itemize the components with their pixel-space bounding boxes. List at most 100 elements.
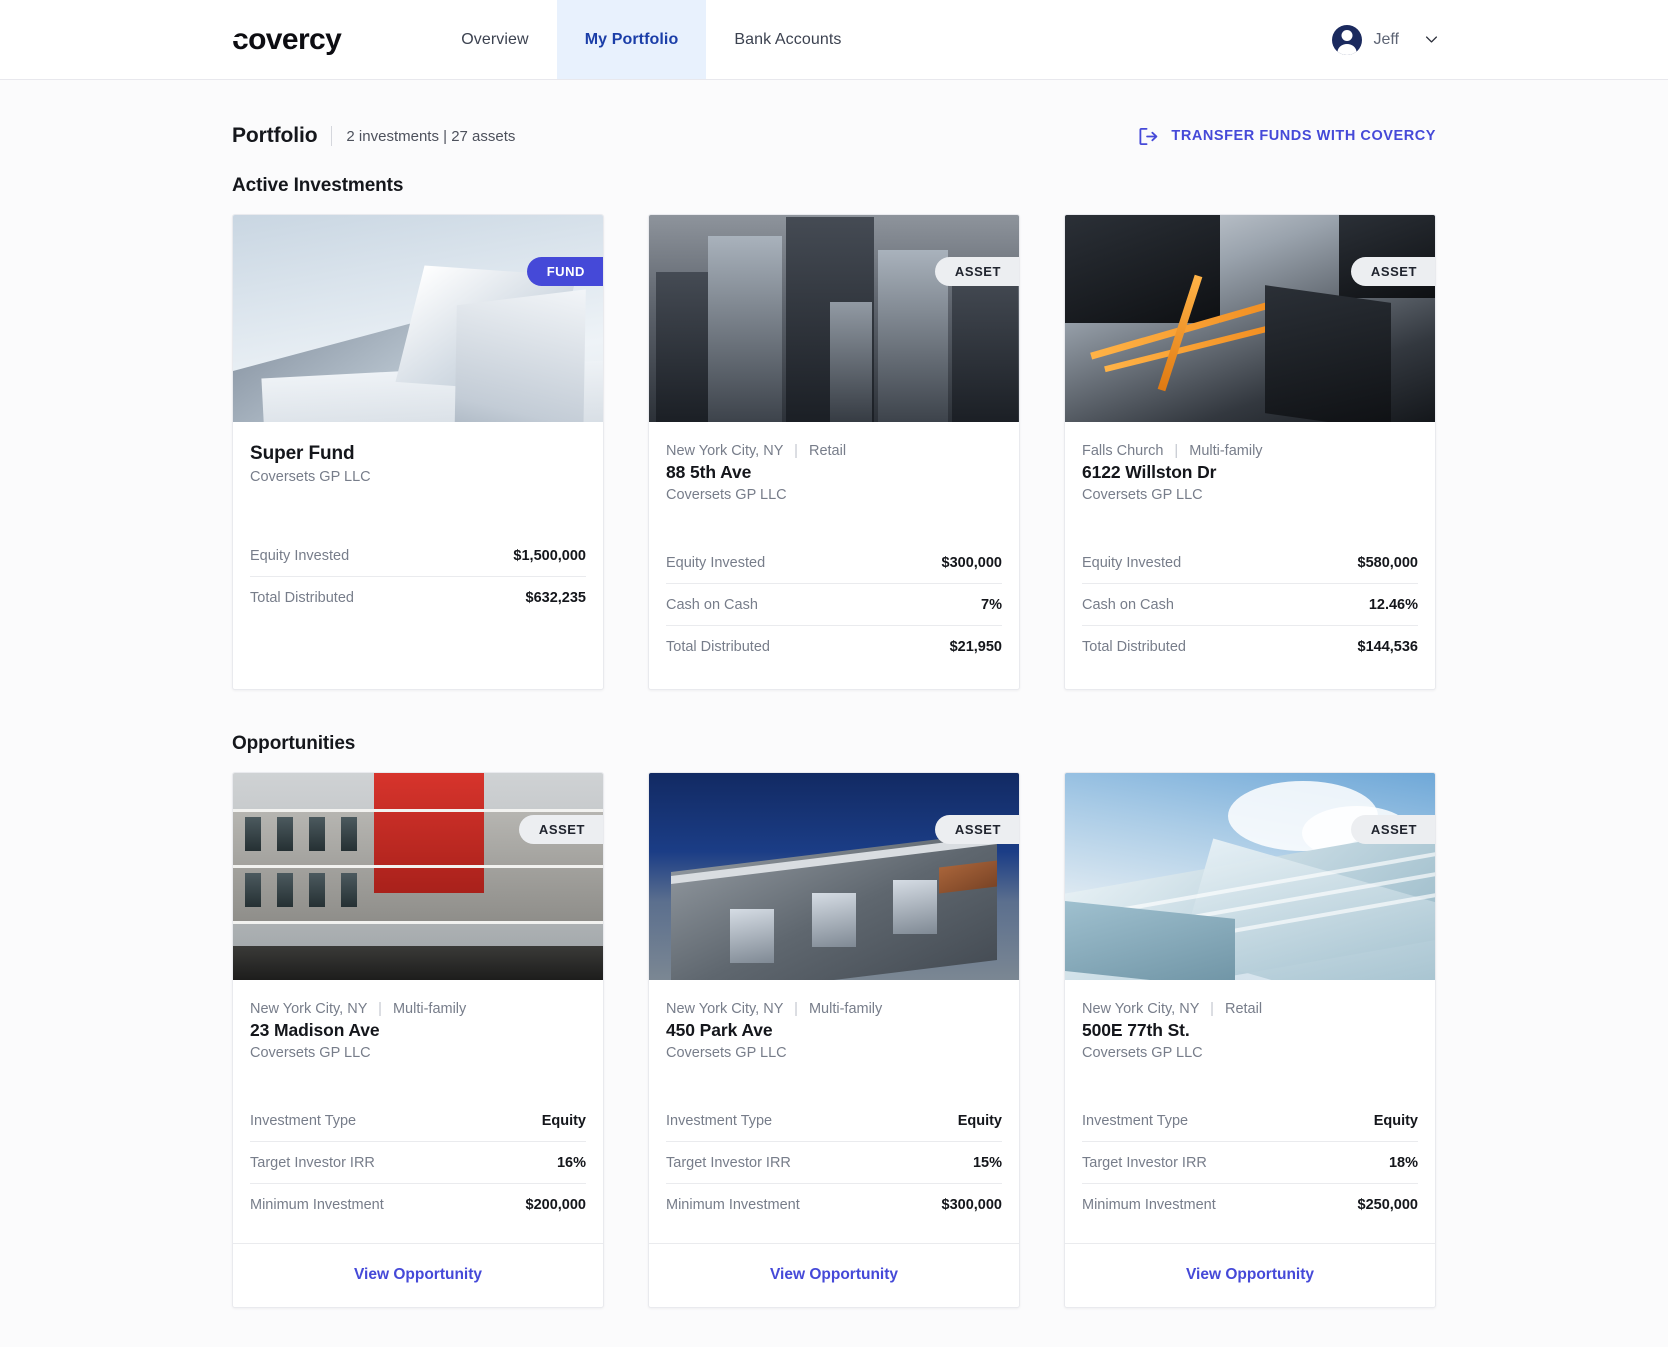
stat-row: Total Distributed $632,235 <box>250 577 586 618</box>
view-opportunity-button[interactable]: View Opportunity <box>233 1243 603 1307</box>
logo-container[interactable]: covercy <box>0 0 341 79</box>
nav-item-my-portfolio[interactable]: My Portfolio <box>557 0 707 79</box>
status-badge: ASSET <box>1351 815 1435 844</box>
page-title: Portfolio <box>232 124 317 148</box>
stat-value: $632,235 <box>526 590 586 606</box>
sponsor-name: Coversets GP LLC <box>250 1045 586 1061</box>
sponsor-name: Coversets GP LLC <box>666 1045 1002 1061</box>
stat-row: Target Investor IRR 16% <box>250 1142 586 1184</box>
card-meta: New York City, NY | Retail <box>666 443 1002 459</box>
status-badge: ASSET <box>1351 257 1435 286</box>
user-name-label: Jeff <box>1374 31 1400 49</box>
stat-row: Investment Type Equity <box>666 1100 1002 1142</box>
status-badge: ASSET <box>935 257 1019 286</box>
building-photo <box>649 773 1019 980</box>
meta-separator: | <box>794 443 798 459</box>
card-meta: New York City, NY | Multi-family <box>666 1001 1002 1017</box>
stat-value: Equity <box>958 1113 1002 1129</box>
building-photo <box>1065 215 1435 422</box>
location-label: New York City, NY <box>666 443 783 459</box>
stats-list: Investment Type Equity Target Investor I… <box>1082 1100 1418 1225</box>
covercy-logo: covercy <box>232 25 341 55</box>
stat-value: $300,000 <box>942 1197 1002 1213</box>
transfer-funds-button[interactable]: TRANSFER FUNDS WITH COVERCY <box>1138 126 1436 147</box>
sponsor-name: Coversets GP LLC <box>1082 1045 1418 1061</box>
stat-label: Minimum Investment <box>666 1197 800 1213</box>
card-image: ASSET <box>1065 215 1435 422</box>
nav-label: Bank Accounts <box>734 31 841 49</box>
stat-label: Target Investor IRR <box>1082 1155 1207 1171</box>
top-navigation-bar: covercy Overview My Portfolio Bank Accou… <box>0 0 1668 80</box>
investment-card[interactable]: ASSET New York City, NY | Retail 88 5th … <box>648 214 1020 690</box>
building-photo <box>233 773 603 980</box>
stat-value: Equity <box>542 1113 586 1129</box>
nav-item-bank-accounts[interactable]: Bank Accounts <box>706 0 869 79</box>
meta-separator: | <box>378 1001 382 1017</box>
stat-value: $144,536 <box>1358 639 1418 655</box>
stat-row: Total Distributed $21,950 <box>666 626 1002 667</box>
opportunity-card[interactable]: ASSET New York City, NY | Multi-family 4… <box>648 772 1020 1308</box>
export-arrow-icon <box>1138 126 1159 147</box>
stat-row: Equity Invested $300,000 <box>666 542 1002 584</box>
stat-row: Target Investor IRR 18% <box>1082 1142 1418 1184</box>
status-badge: ASSET <box>935 815 1019 844</box>
opportunity-card[interactable]: ASSET New York City, NY | Retail 500E 77… <box>1064 772 1436 1308</box>
chevron-down-icon[interactable] <box>1425 33 1438 46</box>
nav-label: My Portfolio <box>585 31 679 49</box>
investment-name: 6122 Willston Dr <box>1082 462 1418 483</box>
user-menu[interactable]: Jeff <box>1332 0 1668 79</box>
category-label: Multi-family <box>393 1001 466 1017</box>
card-body: Falls Church | Multi-family 6122 Willsto… <box>1065 422 1435 689</box>
stat-row: Investment Type Equity <box>1082 1100 1418 1142</box>
category-label: Multi-family <box>1189 443 1262 459</box>
stats-list: Equity Invested $1,500,000 Total Distrib… <box>250 535 586 618</box>
user-avatar-icon <box>1332 25 1362 55</box>
stat-label: Total Distributed <box>250 590 354 606</box>
sponsor-name: Coversets GP LLC <box>1082 487 1418 503</box>
card-image: FUND <box>233 215 603 422</box>
meta-separator: | <box>794 1001 798 1017</box>
nav-item-overview[interactable]: Overview <box>433 0 556 79</box>
location-label: New York City, NY <box>1082 1001 1199 1017</box>
stat-row: Cash on Cash 12.46% <box>1082 584 1418 626</box>
stat-label: Investment Type <box>1082 1113 1188 1129</box>
stat-value: $1,500,000 <box>513 548 586 564</box>
card-meta: Falls Church | Multi-family <box>1082 443 1418 459</box>
stat-label: Minimum Investment <box>1082 1197 1216 1213</box>
main-content: Portfolio 2 investments | 27 assets TRAN… <box>0 80 1668 1308</box>
building-photo <box>1065 773 1435 980</box>
logo-mark <box>231 37 242 41</box>
stat-label: Equity Invested <box>1082 555 1181 571</box>
opportunities-grid: ASSET New York City, NY | Multi-family 2… <box>232 772 1436 1308</box>
view-opportunity-button[interactable]: View Opportunity <box>1065 1243 1435 1307</box>
stats-list: Investment Type Equity Target Investor I… <box>250 1100 586 1225</box>
stats-list: Equity Invested $580,000 Cash on Cash 12… <box>1082 542 1418 667</box>
location-label: New York City, NY <box>666 1001 783 1017</box>
location-label: New York City, NY <box>250 1001 367 1017</box>
stat-value: 7% <box>981 597 1002 613</box>
view-opportunity-button[interactable]: View Opportunity <box>649 1243 1019 1307</box>
stat-label: Minimum Investment <box>250 1197 384 1213</box>
main-nav: Overview My Portfolio Bank Accounts <box>433 0 869 79</box>
investment-card[interactable]: FUND Super Fund Coversets GP LLC Equity … <box>232 214 604 690</box>
building-photo <box>233 215 603 422</box>
stat-row: Investment Type Equity <box>250 1100 586 1142</box>
stat-label: Equity Invested <box>250 548 349 564</box>
card-body: New York City, NY | Retail 88 5th Ave Co… <box>649 422 1019 689</box>
card-meta: New York City, NY | Multi-family <box>250 1001 586 1017</box>
category-label: Retail <box>809 443 846 459</box>
investment-card[interactable]: ASSET Falls Church | Multi-family 6122 W… <box>1064 214 1436 690</box>
status-badge: ASSET <box>519 815 603 844</box>
meta-separator: | <box>1210 1001 1214 1017</box>
stat-label: Target Investor IRR <box>250 1155 375 1171</box>
opportunity-card[interactable]: ASSET New York City, NY | Multi-family 2… <box>232 772 604 1308</box>
stat-row: Equity Invested $580,000 <box>1082 542 1418 584</box>
investment-name: Super Fund <box>250 443 586 465</box>
stat-value: Equity <box>1374 1113 1418 1129</box>
sponsor-name: Coversets GP LLC <box>666 487 1002 503</box>
transfer-funds-label: TRANSFER FUNDS WITH COVERCY <box>1171 128 1436 144</box>
stat-value: $21,950 <box>950 639 1002 655</box>
card-body: New York City, NY | Retail 500E 77th St.… <box>1065 980 1435 1243</box>
location-label: Falls Church <box>1082 443 1163 459</box>
building-photo <box>649 215 1019 422</box>
